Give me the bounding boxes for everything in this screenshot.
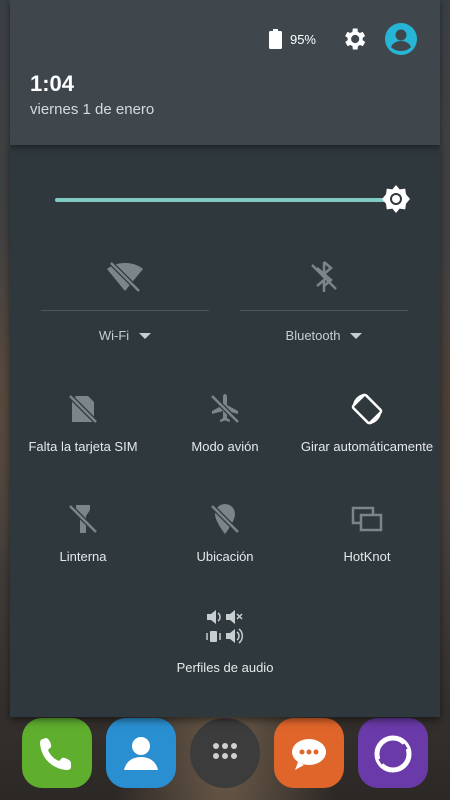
tile-label: Linterna xyxy=(59,549,107,564)
battery-icon xyxy=(268,29,282,49)
bluetooth-label: Bluetooth xyxy=(285,328,341,343)
battery-percent: 95% xyxy=(289,31,316,47)
bluetooth-off-icon xyxy=(311,261,337,292)
apps-grid-icon xyxy=(213,743,237,759)
messages-app-icon[interactable] xyxy=(274,718,344,788)
tile-flashlight[interactable]: Linterna xyxy=(10,501,156,564)
gear-icon[interactable] xyxy=(340,25,368,53)
tile-bluetooth[interactable] xyxy=(240,257,408,297)
app-dock xyxy=(0,712,450,800)
messages-icon xyxy=(292,739,326,770)
tile-label: Perfiles de audio xyxy=(176,660,274,675)
tile-label: Girar automáticamente xyxy=(300,439,434,454)
account-icon[interactable] xyxy=(384,22,418,56)
wifi-off-icon xyxy=(107,261,143,293)
tile-sim[interactable]: Falta la tarjeta SIM xyxy=(10,391,156,454)
chevron-down-icon xyxy=(350,332,363,339)
bluetooth-divider xyxy=(240,310,408,311)
app-drawer-icon[interactable] xyxy=(190,718,260,788)
tile-label: HotKnot xyxy=(343,549,391,564)
clock-time: 1:04 xyxy=(30,71,75,96)
bluetooth-dropdown[interactable]: Bluetooth xyxy=(240,328,408,343)
phone-app-icon[interactable] xyxy=(22,718,92,788)
hotknot-icon xyxy=(351,506,383,532)
browser-icon xyxy=(374,735,412,773)
tile-audio-profiles[interactable]: Perfiles de audio xyxy=(152,608,298,675)
brightness-icon[interactable] xyxy=(380,183,412,215)
tile-wifi[interactable] xyxy=(41,257,209,297)
notification-header: 95% 1:04 viernes 1 de enero xyxy=(10,0,440,145)
contacts-app-icon[interactable] xyxy=(106,718,176,788)
tile-hotknot[interactable]: HotKnot xyxy=(294,501,440,564)
tile-airplane[interactable]: Modo avión xyxy=(152,391,298,454)
wifi-label: Wi-Fi xyxy=(98,328,130,343)
audio-profiles-icon xyxy=(206,610,244,644)
contacts-icon xyxy=(124,737,158,770)
tile-auto-rotate[interactable]: Girar automáticamente xyxy=(294,391,440,454)
tile-location[interactable]: Ubicación xyxy=(152,501,298,564)
no-sim-icon xyxy=(68,394,98,424)
flashlight-icon xyxy=(68,504,98,534)
date-label: viernes 1 de enero xyxy=(30,101,155,118)
tile-label: Falta la tarjeta SIM xyxy=(28,439,138,454)
phone-icon xyxy=(40,738,71,770)
quick-settings-panel: Wi-Fi Bluetooth Falta la tarjeta SIM Mod… xyxy=(10,145,440,717)
chevron-down-icon xyxy=(139,332,152,339)
wifi-divider xyxy=(41,310,209,311)
status-row: 95% xyxy=(268,22,418,56)
brightness-slider[interactable] xyxy=(55,198,395,202)
wifi-dropdown[interactable]: Wi-Fi xyxy=(41,328,209,343)
auto-rotate-icon xyxy=(351,393,383,425)
browser-app-icon[interactable] xyxy=(358,718,428,788)
location-off-icon xyxy=(210,504,240,534)
tile-label: Modo avión xyxy=(191,439,259,454)
tile-label: Ubicación xyxy=(196,549,254,564)
airplane-icon xyxy=(210,394,240,424)
